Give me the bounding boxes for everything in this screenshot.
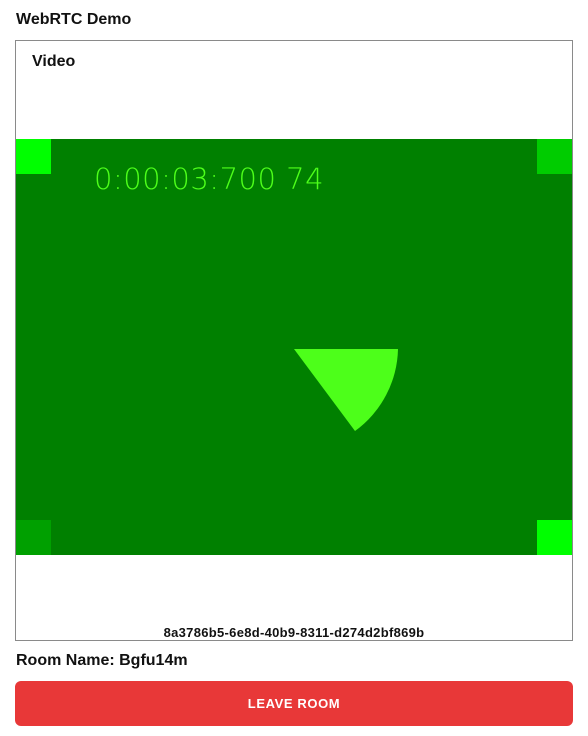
- sector-shape: [294, 349, 398, 431]
- video-panel: Video 0:00:03:700 74 8a3786b5-6e8d-40b9-…: [15, 40, 573, 641]
- leave-room-button[interactable]: LEAVE ROOM: [15, 681, 573, 726]
- participant-id: 8a3786b5-6e8d-40b9-8311-d274d2bf869b: [163, 625, 425, 640]
- room-name: Room Name: Bgfu14m: [16, 652, 188, 669]
- video-heading: Video: [32, 53, 76, 70]
- app-title: WebRTC Demo: [16, 11, 132, 28]
- rotating-sector-indicator: [294, 349, 398, 431]
- video-stream[interactable]: 0:00:03:700 74: [16, 139, 572, 555]
